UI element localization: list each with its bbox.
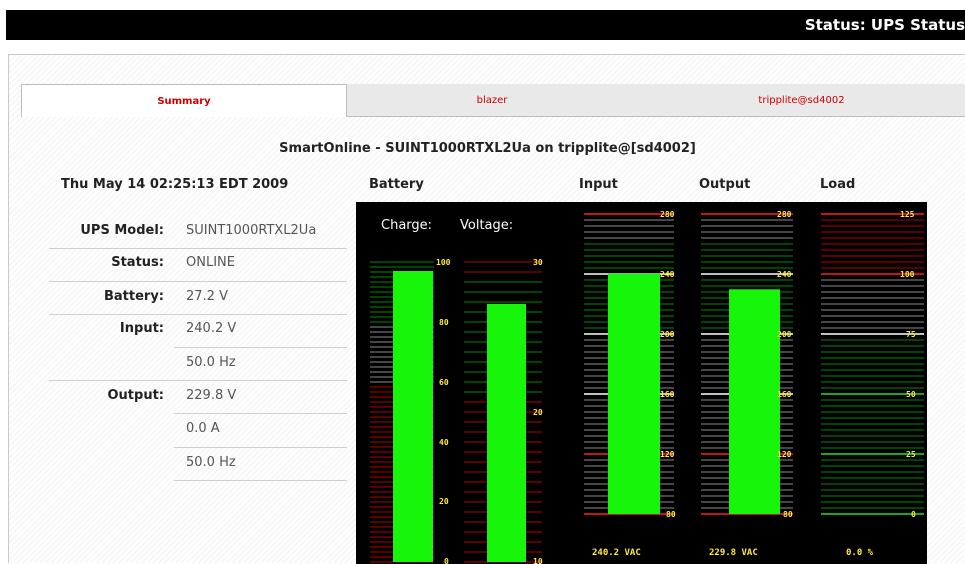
input-label: Input:: [119, 321, 164, 336]
output-voltage-value: 229.8 V: [186, 388, 237, 403]
ups-model-label: UPS Model:: [80, 223, 164, 238]
charge-bar: [393, 271, 433, 562]
load-tick-100: 100: [900, 270, 915, 279]
output-tick-240: 240: [777, 270, 792, 279]
battery-value: 27.2 V: [186, 289, 228, 304]
load-readout: 0.0 %: [846, 548, 874, 558]
input-tick-280: 280: [660, 210, 675, 219]
output-bar: [729, 289, 780, 514]
load-column-header: Load: [820, 177, 856, 192]
row-divider: [174, 447, 347, 448]
row-divider: [49, 281, 347, 282]
output-readout: 229.8 VAC: [709, 548, 758, 558]
output-column-header: Output: [699, 177, 751, 192]
input-column-header: Input: [579, 177, 618, 192]
charge-tick-100: 100: [436, 258, 451, 267]
output-label: Output:: [107, 388, 165, 403]
input-frequency-value: 50.0 Hz: [186, 355, 236, 370]
voltage-bar: [487, 304, 526, 562]
row-divider: [174, 413, 347, 414]
input-tick-80: 80: [666, 510, 676, 519]
row-divider: [49, 314, 347, 315]
title-bar: Status: UPS Status: [6, 10, 965, 40]
row-divider: [174, 347, 347, 348]
status-value: ONLINE: [186, 255, 235, 270]
tab-tripplite[interactable]: tripplite@sd4002: [637, 84, 965, 117]
row-divider: [174, 480, 347, 481]
tab-summary[interactable]: Summary: [21, 84, 347, 117]
input-voltage-value: 240.2 V: [186, 321, 237, 336]
output-tick-280: 280: [777, 210, 792, 219]
load-tick-0: 0: [911, 510, 916, 519]
input-tick-160: 160: [660, 390, 675, 399]
output-tick-200: 200: [777, 330, 792, 339]
datetime-label: Thu May 14 02:25:13 EDT 2009: [61, 177, 289, 192]
input-tick-120: 120: [660, 450, 675, 459]
status-label: Status:: [111, 255, 164, 270]
output-frequency-value: 50.0 Hz: [186, 455, 236, 470]
tab-blazer[interactable]: blazer: [347, 84, 637, 117]
row-divider: [49, 380, 347, 381]
output-tick-80: 80: [783, 510, 793, 519]
gauge-panel: Charge: Voltage: 100 80 60 40 20 0 30 20…: [356, 202, 927, 564]
charge-tick-20: 20: [439, 497, 449, 506]
load-tick-50: 50: [906, 390, 916, 399]
row-divider: [49, 248, 347, 249]
charge-tick-40: 40: [439, 438, 449, 447]
input-tick-240: 240: [660, 270, 675, 279]
input-readout: 240.2 VAC: [592, 548, 641, 558]
load-tick-25: 25: [906, 450, 916, 459]
charge-tick-80: 80: [439, 318, 449, 327]
load-tick-125: 125: [900, 210, 915, 219]
page-title: Status: UPS Status: [804, 16, 965, 34]
input-bar: [608, 273, 660, 514]
output-current-value: 0.0 A: [186, 421, 220, 436]
battery-column-header: Battery: [369, 177, 424, 192]
charge-tick-60: 60: [439, 378, 449, 387]
output-tick-160: 160: [777, 390, 792, 399]
content-frame: Summary blazer tripplite@sd4002 SmartOnl…: [8, 54, 965, 564]
battery-label: Battery:: [103, 289, 164, 304]
voltage-tick-20: 20: [533, 408, 543, 417]
ups-heading: SmartOnline - SUINT1000RTXL2Ua on trippl…: [279, 141, 696, 156]
ups-model-value: SUINT1000RTXL2Ua: [186, 223, 317, 238]
load-tick-75: 75: [906, 330, 916, 339]
input-tick-200: 200: [660, 330, 675, 339]
voltage-tick-30: 30: [533, 258, 543, 267]
output-tick-120: 120: [777, 450, 792, 459]
